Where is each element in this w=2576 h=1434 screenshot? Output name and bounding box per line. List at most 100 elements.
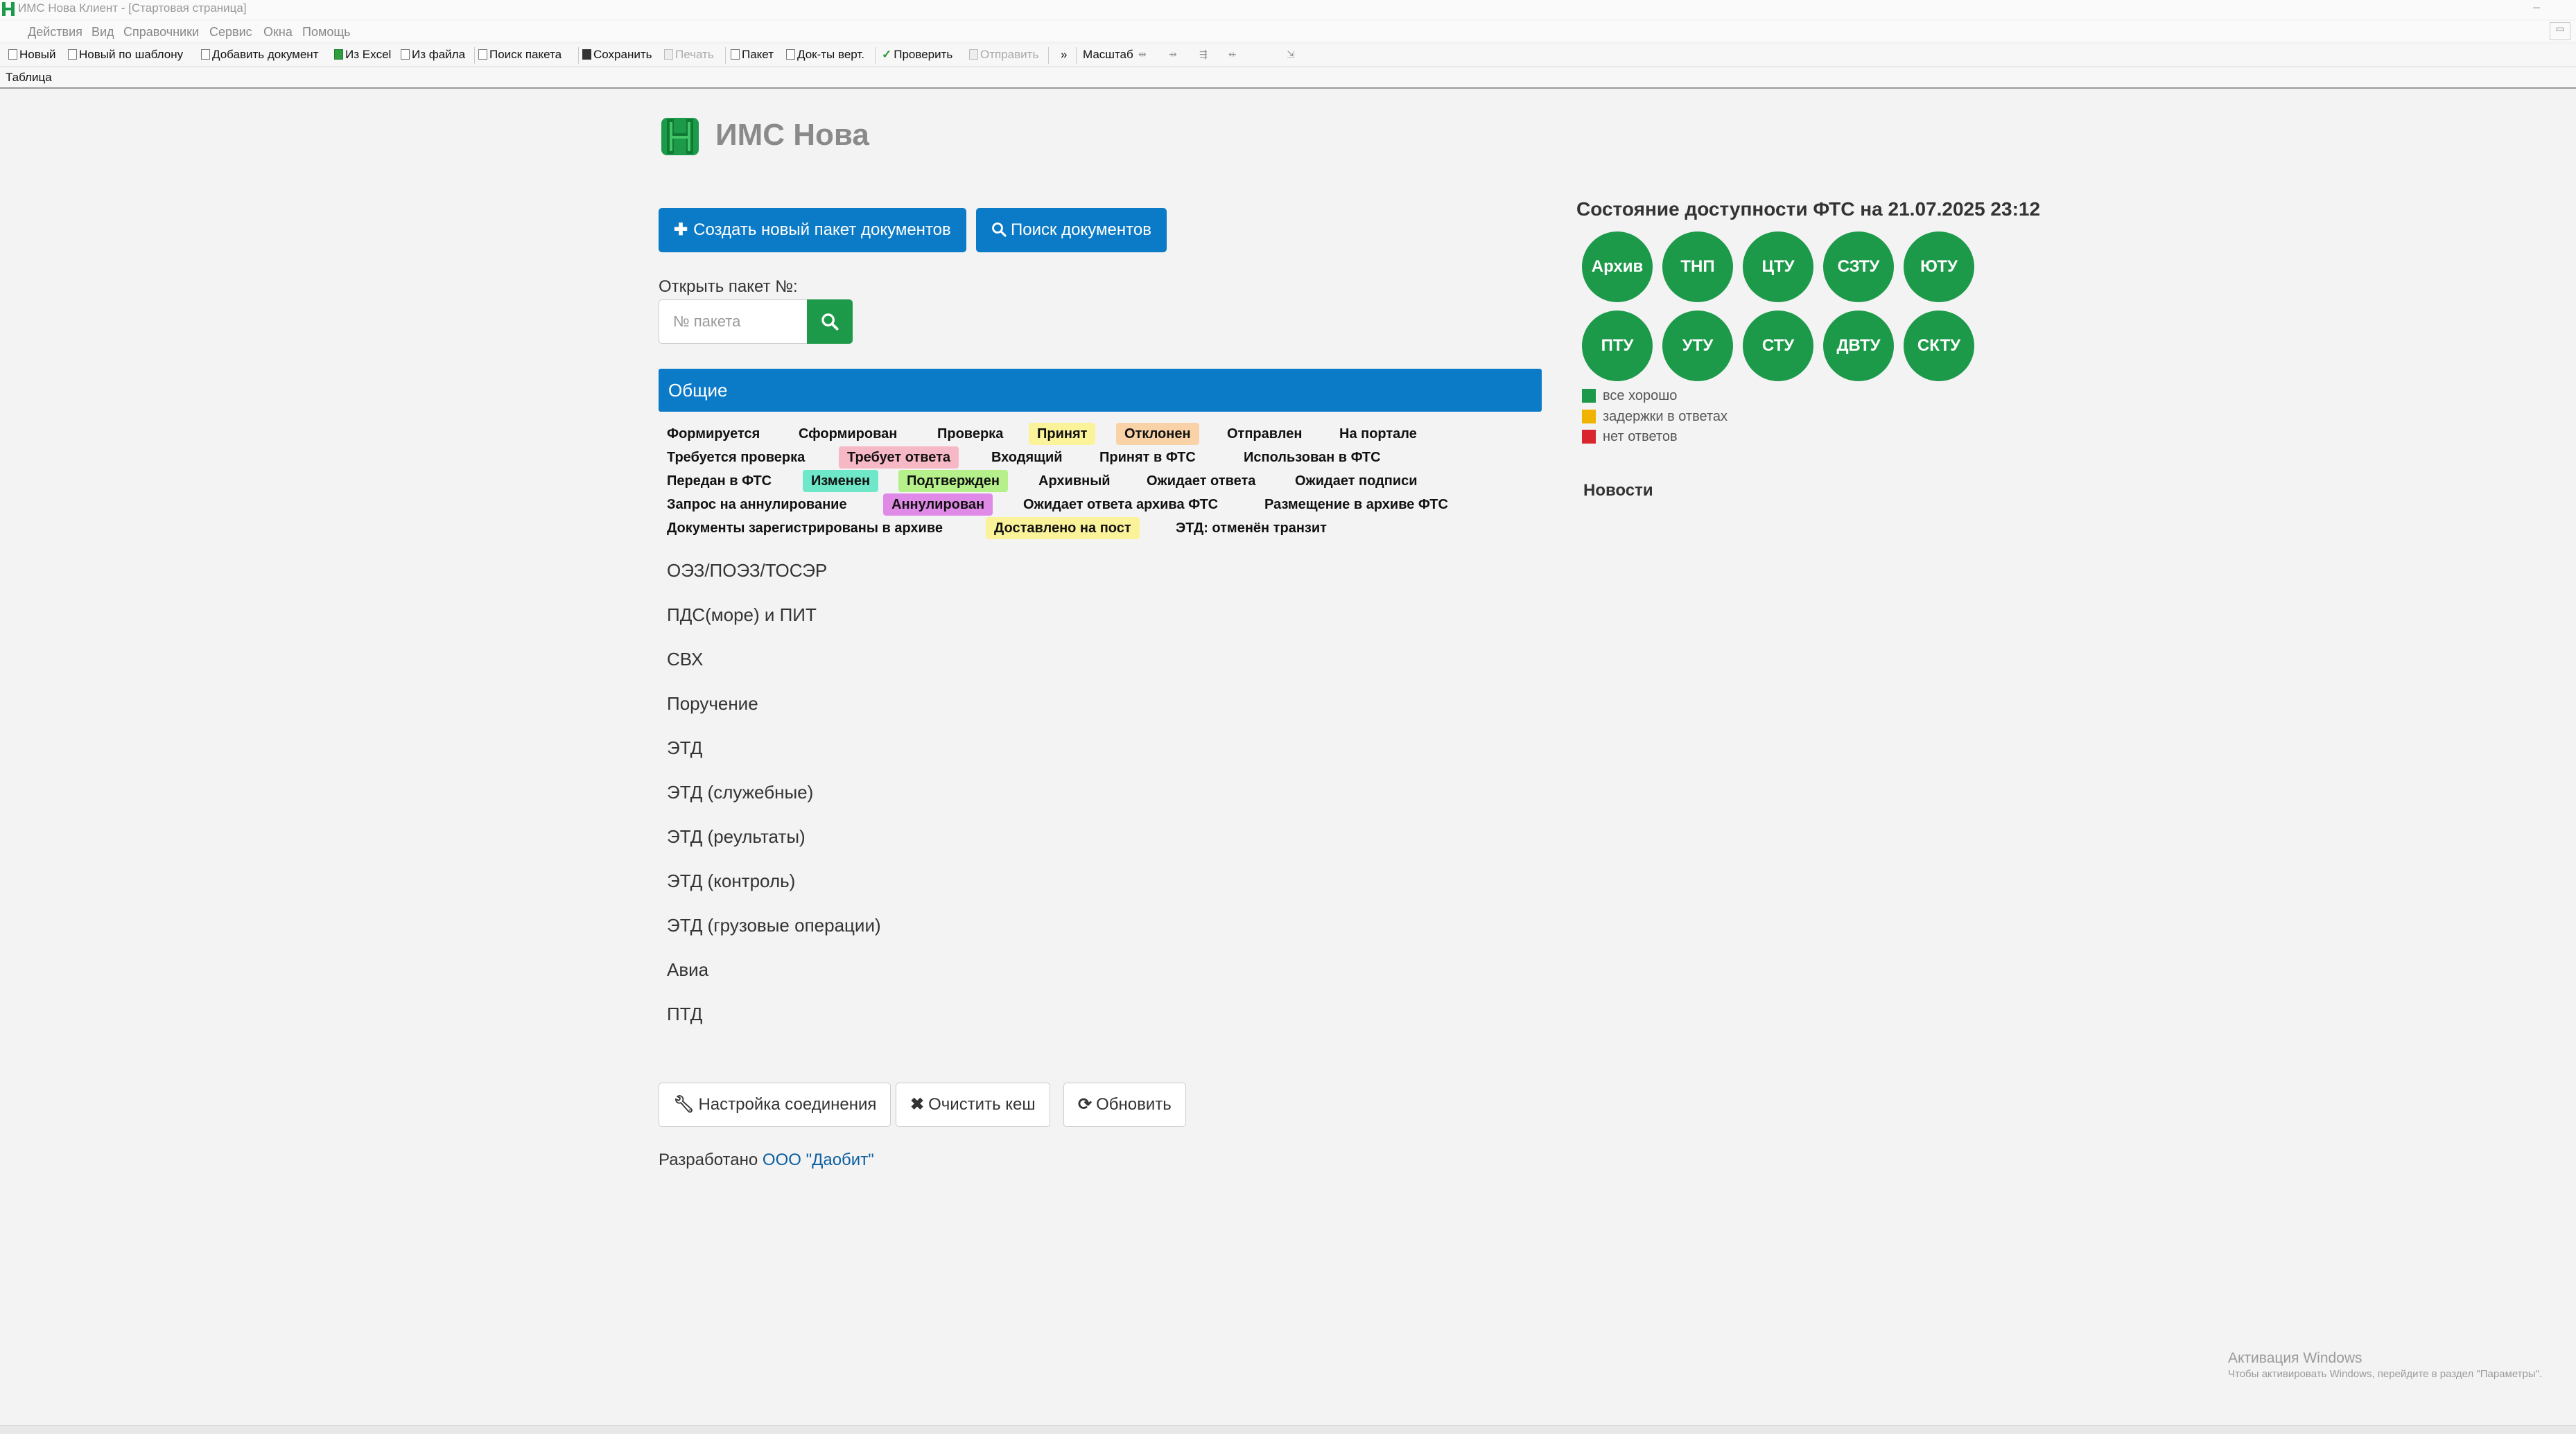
status-badge[interactable]: Принят [1029,423,1096,445]
menu-view[interactable]: Вид [92,25,114,40]
fts-node[interactable]: СКТУ [1904,311,1974,381]
category-link[interactable]: ЭТД (контроль) [667,871,795,892]
ims-nova-logo-icon [661,118,699,155]
fts-node[interactable]: СТУ [1743,311,1813,381]
fts-node[interactable]: Архив [1582,231,1653,302]
status-badge[interactable]: Формируется [659,423,768,445]
developer-credit: Разработано ООО "Даобит" [659,1151,874,1169]
scale-fit-width-icon[interactable]: ⇹ [1138,49,1147,60]
status-badge[interactable]: Ожидает ответа архива ФТС [1015,493,1226,516]
category-link[interactable]: ЭТД (служебные) [667,782,813,803]
category-link[interactable]: ПДС(море) и ПИТ [667,604,817,626]
status-badge[interactable]: Запрос на аннулирование [659,493,855,516]
minimize-button[interactable]: – [2533,0,2540,15]
package-icon [731,49,740,60]
menu-service[interactable]: Сервис [209,25,252,40]
status-badge[interactable]: Отправлен [1219,423,1310,445]
toolbar-overflow-button[interactable]: » [1061,48,1067,62]
fts-node[interactable]: УТУ [1662,311,1733,381]
legend-swatch-ok [1582,389,1596,403]
new-document-icon [8,49,17,60]
legend-item: задержки в ответах [1582,409,1728,425]
status-badge[interactable]: Требуется проверка [659,446,813,469]
from-excel-button[interactable]: Из Excel [334,48,391,62]
status-badge[interactable]: Архивный [1030,470,1119,492]
wrench-icon: 🔧︎ [673,1095,695,1114]
status-badge[interactable]: Сформирован [790,423,905,445]
close-icon: ✖ [910,1095,925,1114]
menu-references[interactable]: Справочники [123,25,199,40]
connection-settings-button[interactable]: 🔧︎ Настройка соединения [659,1083,891,1127]
status-badge[interactable]: Аннулирован [883,493,993,516]
category-link[interactable]: СВХ [667,649,703,670]
activation-watermark-title: Активация Windows [2228,1350,2362,1366]
send-button[interactable]: Отправить [969,48,1038,62]
app-logo-icon [2,2,15,16]
new-from-template-button[interactable]: Новый по шаблону [68,48,183,62]
status-badge[interactable]: Использован в ФТС [1235,446,1389,469]
status-badge[interactable]: Ожидает подписи [1287,470,1426,492]
fts-node[interactable]: ДВТУ [1823,311,1894,381]
add-document-button[interactable]: Добавить документ [201,48,318,62]
fts-status-title: Состояние доступности ФТС на 21.07.2025 … [1576,198,2041,220]
category-link[interactable]: ЭТД [667,737,702,759]
scale-zoom-out-icon[interactable]: ⇷ [1228,49,1237,60]
open-package-button[interactable] [807,299,853,344]
search-icon [821,313,839,331]
status-badge[interactable]: Изменен [803,470,879,492]
status-badge[interactable]: Размещение в архиве ФТС [1256,493,1456,516]
print-button[interactable]: Печать [664,48,714,62]
category-link[interactable]: ОЭЗ/ПОЭЗ/ТОСЭР [667,560,827,582]
save-button[interactable]: Сохранить [582,48,652,62]
menu-actions[interactable]: Действия [28,25,82,40]
package-number-input[interactable] [659,299,807,344]
fts-node[interactable]: ТНП [1662,231,1733,302]
fts-node[interactable]: ПТУ [1582,311,1653,381]
create-package-button[interactable]: ✚ Создать новый пакет документов [659,208,966,252]
search-package-button[interactable]: Поиск пакета [478,48,562,62]
app-logo-text: ИМС Нова [715,118,869,152]
status-badge[interactable]: Передан в ФТС [659,470,780,492]
status-badge[interactable]: Принят в ФТС [1091,446,1204,469]
status-badge[interactable]: Требует ответа [839,446,959,469]
category-link[interactable]: ПТД [667,1004,702,1025]
toolbar-separator [578,47,579,64]
clear-cache-button[interactable]: ✖ Очистить кеш [896,1083,1050,1127]
check-button[interactable]: ✓ Проверить [882,48,952,62]
section-general-header[interactable]: Общие [659,369,1542,412]
status-badge[interactable]: Отклонен [1116,423,1199,445]
status-badge[interactable]: Документы зарегистрированы в архиве [659,517,951,539]
docs-vertical-button[interactable]: Док-ты верт. [786,48,864,62]
from-file-button[interactable]: Из файла [401,48,465,62]
status-badge[interactable]: На портале [1331,423,1425,445]
status-badge[interactable]: Проверка [929,423,1011,445]
legend-item: нет ответов [1582,429,1678,445]
refresh-button[interactable]: ⟳ Обновить [1063,1083,1186,1127]
category-link[interactable]: Поручение [667,693,758,715]
category-link[interactable]: ЭТД (реультаты) [667,826,806,848]
package-button[interactable]: Пакет [731,48,774,62]
restore-button[interactable]: ▭ [2550,22,2570,40]
file-icon [401,49,410,60]
fts-node[interactable]: СЗТУ [1823,231,1894,302]
tab-table[interactable]: Таблица [6,71,52,85]
scale-label: Масштаб [1083,48,1133,61]
fts-node[interactable]: ЦТУ [1743,231,1813,302]
fts-node[interactable]: ЮТУ [1904,231,1974,302]
menu-windows[interactable]: Окна [263,25,293,40]
search-documents-button[interactable]: Поиск документов [976,208,1167,252]
status-badge[interactable]: Подтвержден [898,470,1009,492]
toolbar: Новый Новый по шаблону Добавить документ… [0,44,2576,67]
status-badge[interactable]: ЭТД: отменён транзит [1167,517,1335,539]
scale-fit-page-icon[interactable]: ⇸ [1169,49,1177,60]
scale-100-icon[interactable]: ⇶ [1199,49,1208,60]
status-badge[interactable]: Доставлено на пост [986,517,1140,539]
scale-zoom-in-icon[interactable]: ⇲ [1287,49,1295,60]
developer-link[interactable]: ООО "Даобит" [763,1151,874,1169]
new-button[interactable]: Новый [8,48,55,62]
status-badge[interactable]: Входящий [983,446,1071,469]
status-badge[interactable]: Ожидает ответа [1138,470,1264,492]
category-link[interactable]: ЭТД (грузовые операции) [667,915,881,936]
category-link[interactable]: Авиа [667,959,708,981]
menu-help[interactable]: Помощь [302,25,351,40]
